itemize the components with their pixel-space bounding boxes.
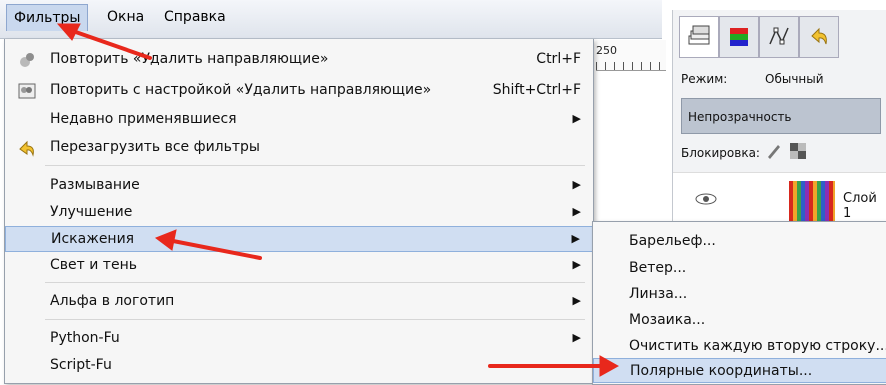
menu-separator bbox=[45, 165, 585, 166]
menu-item-python-fu[interactable]: Python-Fu ▶ bbox=[5, 326, 593, 352]
menu-item-distorts[interactable]: Искажения ▶ bbox=[5, 226, 593, 252]
layer-thumbnail bbox=[789, 181, 835, 221]
menu-item-alpha-to-logo[interactable]: Альфа в логотип ▶ bbox=[5, 289, 593, 315]
tab-channels[interactable] bbox=[719, 16, 759, 58]
menu-item-light-shadow[interactable]: Свет и тень ▶ bbox=[5, 253, 593, 279]
tab-layers[interactable] bbox=[679, 16, 719, 58]
lock-label: Блокировка: bbox=[681, 146, 760, 160]
menu-item-reshow-last[interactable]: Повторить с настройкой «Удалить направля… bbox=[5, 78, 593, 104]
lock-alpha-icon[interactable] bbox=[789, 142, 807, 160]
submenu-arrow-icon: ▶ bbox=[572, 331, 581, 344]
tab-paths[interactable] bbox=[759, 16, 799, 58]
menu-item-script-fu[interactable]: Script-Fu bbox=[5, 353, 593, 379]
tab-undo-history[interactable] bbox=[799, 16, 839, 58]
image-canvas[interactable] bbox=[596, 71, 666, 221]
menu-item-recently-used[interactable]: Недавно применявшиеся ▶ bbox=[5, 107, 593, 133]
repeat-filter-icon bbox=[20, 53, 34, 67]
menu-item-enhance[interactable]: Улучшение ▶ bbox=[5, 200, 593, 226]
menu-windows[interactable]: Окна bbox=[107, 9, 144, 25]
menu-separator bbox=[45, 282, 585, 283]
submenu-item-emboss[interactable]: Барельеф... bbox=[593, 229, 886, 254]
submenu-item-mosaic[interactable]: Мозаика... bbox=[593, 308, 886, 333]
opacity-label: Непрозрачность bbox=[688, 110, 792, 124]
eye-icon[interactable] bbox=[695, 191, 717, 207]
submenu-arrow-icon: ▶ bbox=[572, 112, 581, 125]
submenu-arrow-icon: ▶ bbox=[572, 258, 581, 271]
ruler-label: 250 bbox=[596, 44, 617, 57]
menu-item-repeat-last[interactable]: Повторить «Удалить направляющие» Ctrl+F bbox=[5, 47, 593, 73]
submenu-item-polar-coordinates[interactable]: Полярные координаты... bbox=[593, 358, 886, 383]
menu-item-blur[interactable]: Размывание ▶ bbox=[5, 173, 593, 199]
mode-select[interactable]: Обычный bbox=[765, 72, 824, 86]
menubar: Фильтры Окна Справка bbox=[0, 0, 662, 39]
reload-icon bbox=[19, 140, 34, 157]
menu-item-reload-filters[interactable]: Перезагрузить все фильтры bbox=[5, 135, 593, 161]
submenu-arrow-icon: ▶ bbox=[572, 178, 581, 191]
menu-separator bbox=[45, 319, 585, 320]
reshow-filter-icon bbox=[18, 83, 36, 99]
submenu-item-wind[interactable]: Ветер... bbox=[593, 256, 886, 281]
layer-name: Слой 1 bbox=[843, 191, 877, 221]
undo-icon bbox=[811, 27, 827, 45]
opacity-slider[interactable]: Непрозрачность bbox=[681, 98, 881, 134]
channels-icon bbox=[730, 28, 748, 46]
submenu-item-erase-every-other-row[interactable]: Очистить каждую вторую строку... bbox=[593, 334, 886, 359]
submenu-arrow-icon: ▶ bbox=[572, 205, 581, 218]
menu-filters[interactable]: Фильтры bbox=[6, 4, 89, 31]
submenu-arrow-icon: ▶ bbox=[571, 232, 580, 245]
lock-pixels-icon[interactable] bbox=[765, 142, 783, 160]
layers-icon bbox=[688, 25, 710, 45]
dock-tabs bbox=[679, 16, 879, 60]
ruler-ticks bbox=[596, 62, 666, 70]
mode-label: Режим: bbox=[681, 72, 728, 86]
layer-row[interactable]: Слой 1 bbox=[673, 172, 886, 227]
horizontal-ruler[interactable]: 250 bbox=[596, 40, 666, 71]
menu-help[interactable]: Справка bbox=[164, 9, 226, 25]
submenu-item-lens[interactable]: Линза... bbox=[593, 282, 886, 307]
paths-icon bbox=[769, 27, 789, 45]
filters-menu: Повторить «Удалить направляющие» Ctrl+F … bbox=[4, 39, 594, 384]
submenu-arrow-icon: ▶ bbox=[572, 294, 581, 307]
distorts-submenu: Барельеф... Ветер... Линза... Мозаика...… bbox=[592, 221, 886, 385]
